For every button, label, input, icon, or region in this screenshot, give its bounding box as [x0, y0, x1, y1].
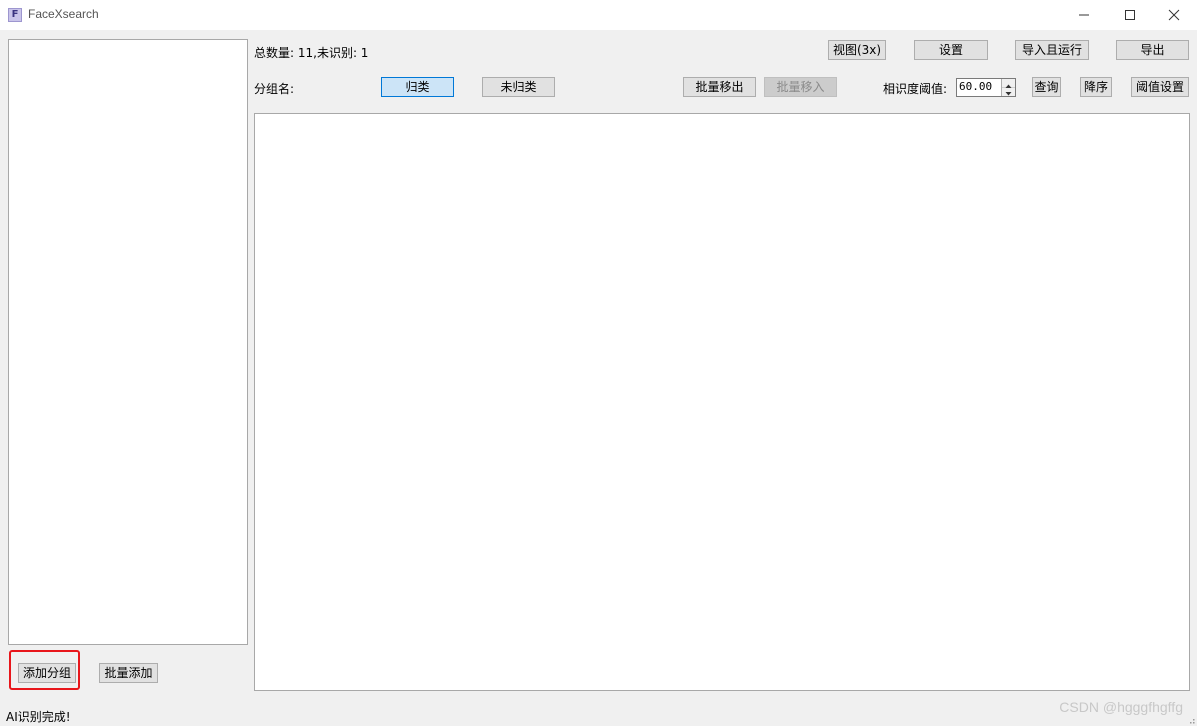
maximize-icon [1125, 10, 1135, 20]
title-bar: F FaceXsearch [0, 0, 1197, 30]
batch-add-button[interactable]: 批量添加 [99, 663, 158, 683]
results-area[interactable] [254, 113, 1190, 691]
minimize-icon [1079, 14, 1089, 16]
export-button[interactable]: 导出 [1116, 40, 1189, 60]
group-list[interactable] [8, 39, 248, 645]
resize-grip-icon[interactable] [1187, 716, 1195, 724]
stepper-arrows [1001, 79, 1015, 96]
app-icon: F [8, 8, 22, 22]
close-button[interactable] [1151, 0, 1197, 30]
similarity-threshold-stepper[interactable]: 60.00 [956, 78, 1016, 97]
settings-button[interactable]: 设置 [914, 40, 988, 60]
caret-down-icon [1005, 92, 1012, 96]
similarity-threshold-label: 相识度阈值: [883, 82, 948, 96]
view-button[interactable]: 视图(3x) [828, 40, 886, 60]
summary-text: 总数量: 11,未识别: 1 [254, 46, 369, 60]
close-icon [1168, 9, 1180, 21]
maximize-button[interactable] [1107, 0, 1153, 30]
unclassified-button[interactable]: 未归类 [482, 77, 555, 97]
watermark: CSDN @hgggfhgffg [1059, 699, 1183, 715]
add-group-highlight-box [9, 650, 80, 690]
query-button[interactable]: 查询 [1032, 77, 1061, 97]
group-name-label: 分组名: [254, 82, 295, 96]
minimize-button[interactable] [1061, 0, 1107, 30]
import-run-button[interactable]: 导入且运行 [1015, 40, 1089, 60]
batch-move-out-button[interactable]: 批量移出 [683, 77, 756, 97]
threshold-settings-button[interactable]: 阈值设置 [1131, 77, 1189, 97]
window-title: FaceXsearch [28, 7, 99, 21]
stepper-down-button[interactable] [1002, 87, 1015, 96]
classified-button[interactable]: 归类 [381, 77, 454, 97]
sort-descending-button[interactable]: 降序 [1080, 77, 1112, 97]
similarity-threshold-value[interactable]: 60.00 [959, 80, 992, 93]
batch-move-in-button[interactable]: 批量移入 [764, 77, 837, 97]
status-text: AI识别完成! [6, 710, 71, 724]
